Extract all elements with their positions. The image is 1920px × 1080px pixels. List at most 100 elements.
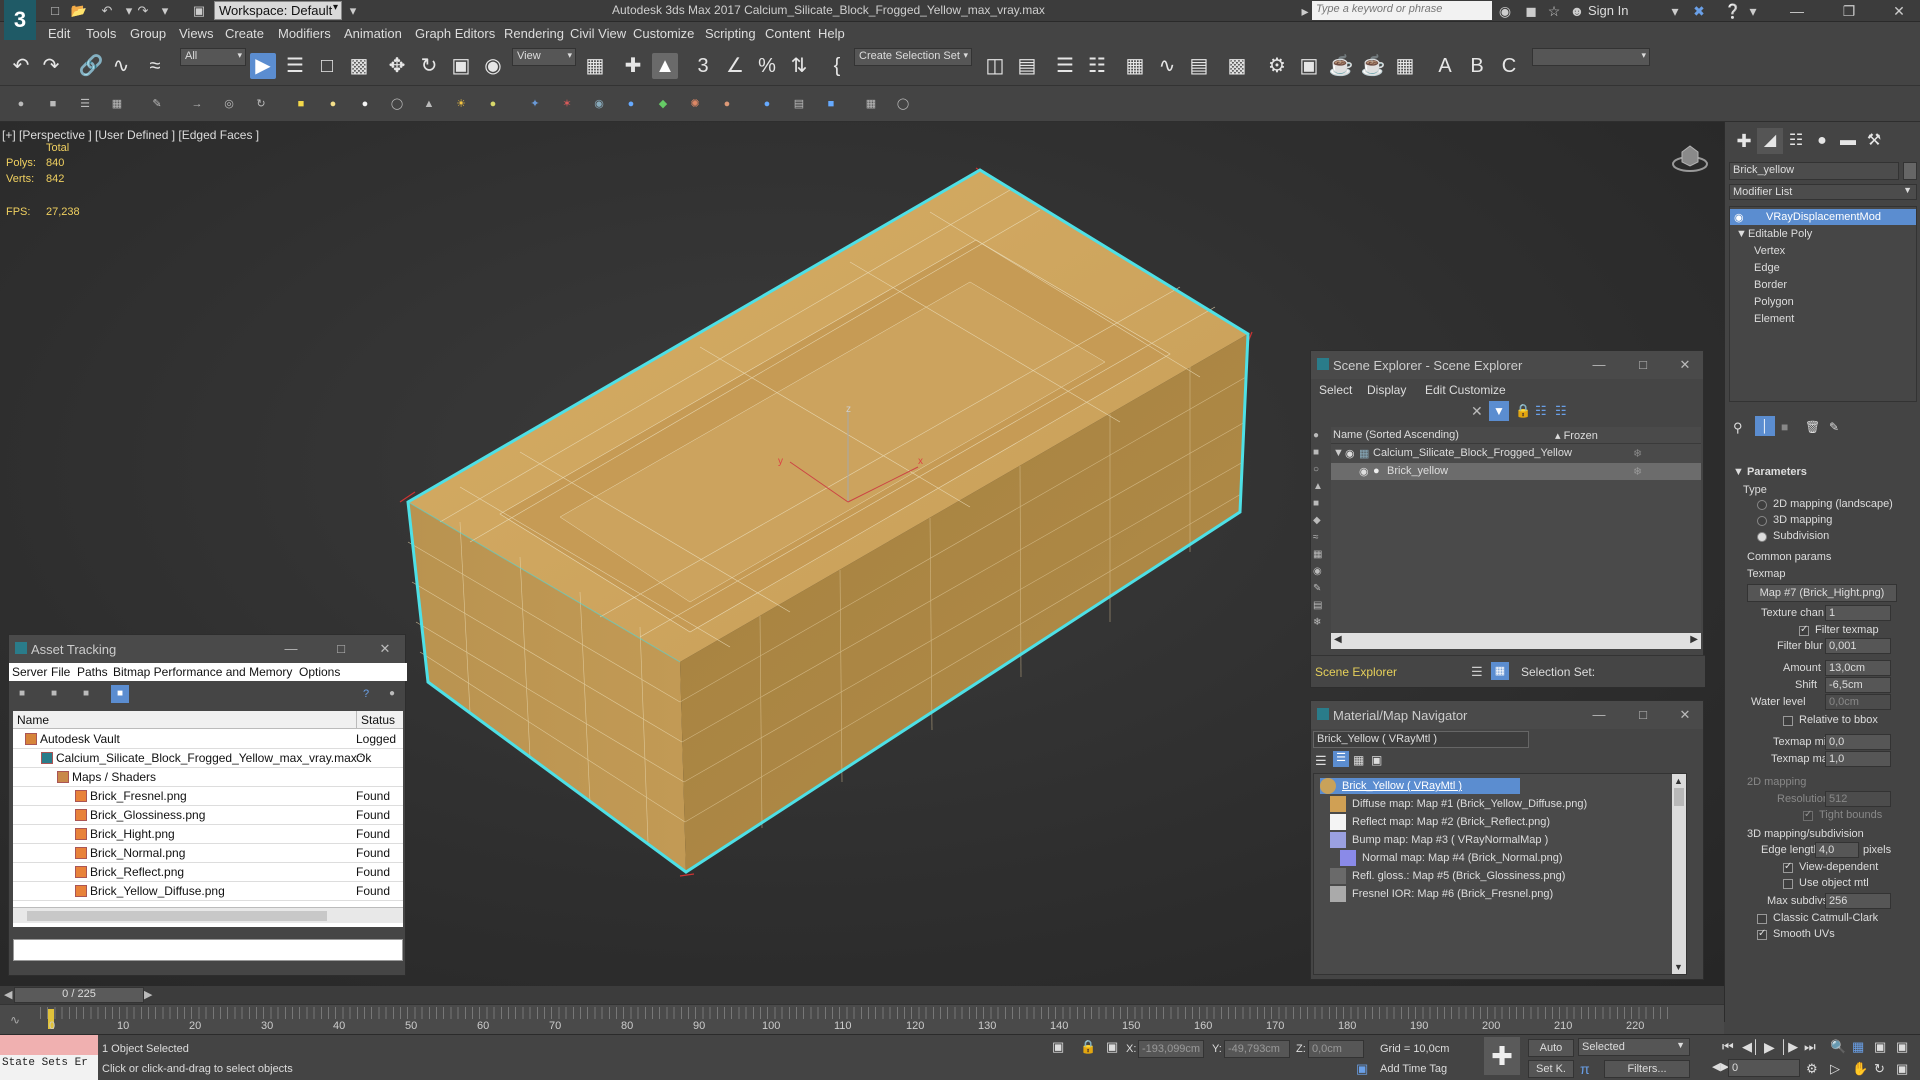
key-mode-toggle-icon[interactable]: ◀▶ bbox=[1712, 1060, 1729, 1073]
align-icon[interactable]: ▤ bbox=[1014, 53, 1040, 79]
scene-menu-display[interactable]: Display bbox=[1367, 383, 1406, 397]
menu-create[interactable]: Create bbox=[225, 26, 264, 41]
texmap-min-spinner[interactable]: 0,0 bbox=[1825, 734, 1891, 750]
configure-sets-icon[interactable]: ✎ bbox=[1829, 420, 1839, 434]
app-logo[interactable]: 3 bbox=[4, 0, 36, 40]
resolution-spinner[interactable]: 512 bbox=[1825, 791, 1891, 807]
exchange-icon[interactable]: ✖ bbox=[1690, 2, 1708, 20]
isolate-icon[interactable]: ▣ bbox=[1052, 1039, 1064, 1055]
toggle-scene-explorer-icon[interactable]: ☰ bbox=[1052, 53, 1078, 79]
scroll-up-icon[interactable]: ▲ bbox=[1674, 776, 1683, 786]
named-selection-dropdown[interactable]: Create Selection Set ▾ bbox=[854, 48, 972, 66]
vray-c-icon[interactable]: C bbox=[1496, 53, 1522, 79]
close-icon[interactable]: ✕ bbox=[1677, 707, 1693, 723]
asset-row[interactable]: Calcium_Silicate_Block_Frogged_Yellow_ma… bbox=[13, 749, 403, 768]
stack-item-vertex[interactable]: Vertex bbox=[1754, 245, 1785, 257]
display-xrefs-icon[interactable]: ◉ bbox=[1313, 563, 1329, 580]
minimize-icon[interactable]: — bbox=[1591, 357, 1607, 373]
redo-icon[interactable]: ↷ bbox=[134, 2, 152, 20]
asset-col-status[interactable]: Status bbox=[356, 711, 403, 729]
undo-icon[interactable]: ↶ bbox=[98, 2, 116, 20]
mirror-icon[interactable]: ◫ bbox=[982, 53, 1008, 79]
move-icon[interactable]: ✥ bbox=[384, 53, 410, 79]
rendered-frame-window-icon[interactable]: ▣ bbox=[1296, 53, 1322, 79]
material-row[interactable]: Reflect map: Map #2 (Brick_Reflect.png) bbox=[1330, 814, 1630, 830]
filter-blur-spinner[interactable]: 0,001 bbox=[1825, 638, 1891, 654]
asset-row[interactable]: Brick_Hight.png Found bbox=[13, 825, 403, 844]
reference-coordinate-dropdown[interactable]: View ▾ bbox=[512, 48, 576, 66]
select-manipulate-icon[interactable]: ✚ bbox=[620, 53, 646, 79]
menu-civil-view[interactable]: Civil View bbox=[570, 26, 626, 41]
relative-bbox-checkbox[interactable] bbox=[1783, 716, 1793, 726]
eye-icon[interactable]: ◉ bbox=[1345, 447, 1355, 460]
asset-row[interactable]: Autodesk Vault Logged ... bbox=[13, 730, 403, 760]
plane-icon[interactable]: ◆ bbox=[654, 96, 672, 112]
asset-menu-paths[interactable]: Paths bbox=[77, 665, 108, 679]
maximize-viewport-icon[interactable]: ▣ bbox=[1896, 1061, 1908, 1077]
sphere-fade-icon[interactable]: ● bbox=[622, 96, 640, 112]
viewport-label[interactable]: [+] [Perspective ] [User Defined ] [Edge… bbox=[2, 128, 259, 142]
parameters-rollout[interactable]: ▼ Parameters bbox=[1733, 466, 1807, 478]
scene-col-frozen[interactable]: ▴ Frozen bbox=[1555, 429, 1598, 442]
texture-chan-spinner[interactable]: 1 bbox=[1825, 605, 1891, 621]
add-time-tag-label[interactable]: Add Time Tag bbox=[1380, 1063, 1447, 1075]
view-dependent-checkbox[interactable] bbox=[1783, 861, 1793, 873]
tight-bounds-checkbox[interactable] bbox=[1803, 809, 1813, 821]
volume-icon[interactable]: ✺ bbox=[686, 96, 704, 112]
scene-menu-select[interactable]: Select bbox=[1319, 383, 1352, 397]
time-config-icon[interactable]: ⚙ bbox=[1806, 1061, 1818, 1077]
stack-item[interactable]: ▼ Editable Poly bbox=[1730, 226, 1916, 242]
toggle-ribbon-icon[interactable]: ▦ bbox=[1122, 53, 1148, 79]
previous-frame-icon[interactable]: ◀│ bbox=[1742, 1039, 1760, 1055]
new-file-icon[interactable]: □ bbox=[46, 2, 64, 20]
go-to-start-icon[interactable]: ⏮ bbox=[1722, 1039, 1734, 1055]
asset-menu-bitmap[interactable]: Bitmap Performance and Memory bbox=[113, 665, 292, 679]
edge-length-spinner[interactable]: 4,0 bbox=[1815, 842, 1859, 858]
percent-snap-icon[interactable]: % bbox=[754, 53, 780, 79]
scroll-right-icon[interactable]: ▶ bbox=[1690, 634, 1698, 645]
track-bar[interactable]: ∿ 0 10 20 30 40 50 60 70 80 90 100 110 1… bbox=[0, 1004, 1724, 1034]
display-frozen-icon[interactable]: ❄ bbox=[1313, 614, 1329, 631]
cone-icon[interactable]: ▲ bbox=[420, 96, 438, 112]
vrscene-icon[interactable]: ■ bbox=[822, 96, 840, 112]
redo-icon[interactable]: ↷ bbox=[38, 53, 64, 79]
light-bulb-icon[interactable]: ● bbox=[484, 96, 502, 112]
eye-icon[interactable]: ◉ bbox=[1734, 211, 1744, 224]
link-small-icon[interactable]: → bbox=[188, 96, 206, 112]
asset-path-field[interactable] bbox=[13, 939, 403, 961]
spinner-snap-icon[interactable]: ⇅ bbox=[786, 53, 812, 79]
select-object-icon[interactable]: ▶ bbox=[250, 53, 276, 79]
display-lights-icon[interactable]: ▲ bbox=[1313, 478, 1329, 495]
orbit-icon[interactable]: ↻ bbox=[1874, 1061, 1885, 1077]
help-icon[interactable]: ❔ bbox=[1724, 2, 1742, 20]
reset-icon[interactable]: ↻ bbox=[252, 96, 270, 112]
material-navigator-titlebar[interactable]: Material/Map Navigator — □ ✕ bbox=[1311, 701, 1703, 729]
expand-icon[interactable]: ▼ bbox=[1736, 228, 1747, 240]
scrollbar-thumb[interactable] bbox=[1674, 788, 1684, 806]
utilities-tab-icon[interactable]: ⚒ bbox=[1861, 128, 1887, 154]
hierarchy-icon[interactable]: ☷ bbox=[1535, 403, 1547, 419]
zoom-icon[interactable]: 🔍 bbox=[1830, 1039, 1846, 1055]
use-object-mtl-checkbox[interactable] bbox=[1783, 879, 1793, 889]
y-coordinate-field[interactable]: -49,793cm bbox=[1224, 1040, 1290, 1058]
asset-col-name[interactable]: Name bbox=[13, 711, 356, 729]
scale-icon[interactable]: ▣ bbox=[448, 53, 474, 79]
help-dropdown-icon[interactable]: ▾ bbox=[1744, 2, 1762, 20]
menu-edit[interactable]: Edit bbox=[48, 26, 70, 41]
hierarchy-tab-icon[interactable]: ☷ bbox=[1783, 128, 1809, 154]
filter-texmap-checkbox[interactable] bbox=[1799, 624, 1809, 636]
minimize-icon[interactable]: — bbox=[1782, 1, 1812, 21]
table-view-icon[interactable]: ■ bbox=[111, 685, 129, 703]
keyword-search-input[interactable]: Type a keyword or phrase bbox=[1312, 1, 1492, 20]
scroll-left-icon[interactable]: ◀ bbox=[1334, 634, 1342, 645]
layers-icon[interactable]: ☷ bbox=[1555, 403, 1567, 419]
render-a360-icon[interactable]: ▦ bbox=[1392, 53, 1418, 79]
detail-view-icon[interactable]: ■ bbox=[83, 688, 95, 700]
scene-menu-customize[interactable]: Customize bbox=[1449, 383, 1506, 397]
vray-a-icon[interactable]: A bbox=[1432, 53, 1458, 79]
freeze-icon[interactable]: ❄ bbox=[1633, 465, 1642, 478]
create-tab-icon[interactable]: ✚ bbox=[1731, 128, 1757, 154]
material-row[interactable]: Diffuse map: Map #1 (Brick_Yellow_Diffus… bbox=[1330, 796, 1630, 812]
go-to-end-icon[interactable]: ⏭ bbox=[1804, 1039, 1816, 1055]
display-all-icon[interactable]: ● bbox=[1313, 427, 1329, 444]
